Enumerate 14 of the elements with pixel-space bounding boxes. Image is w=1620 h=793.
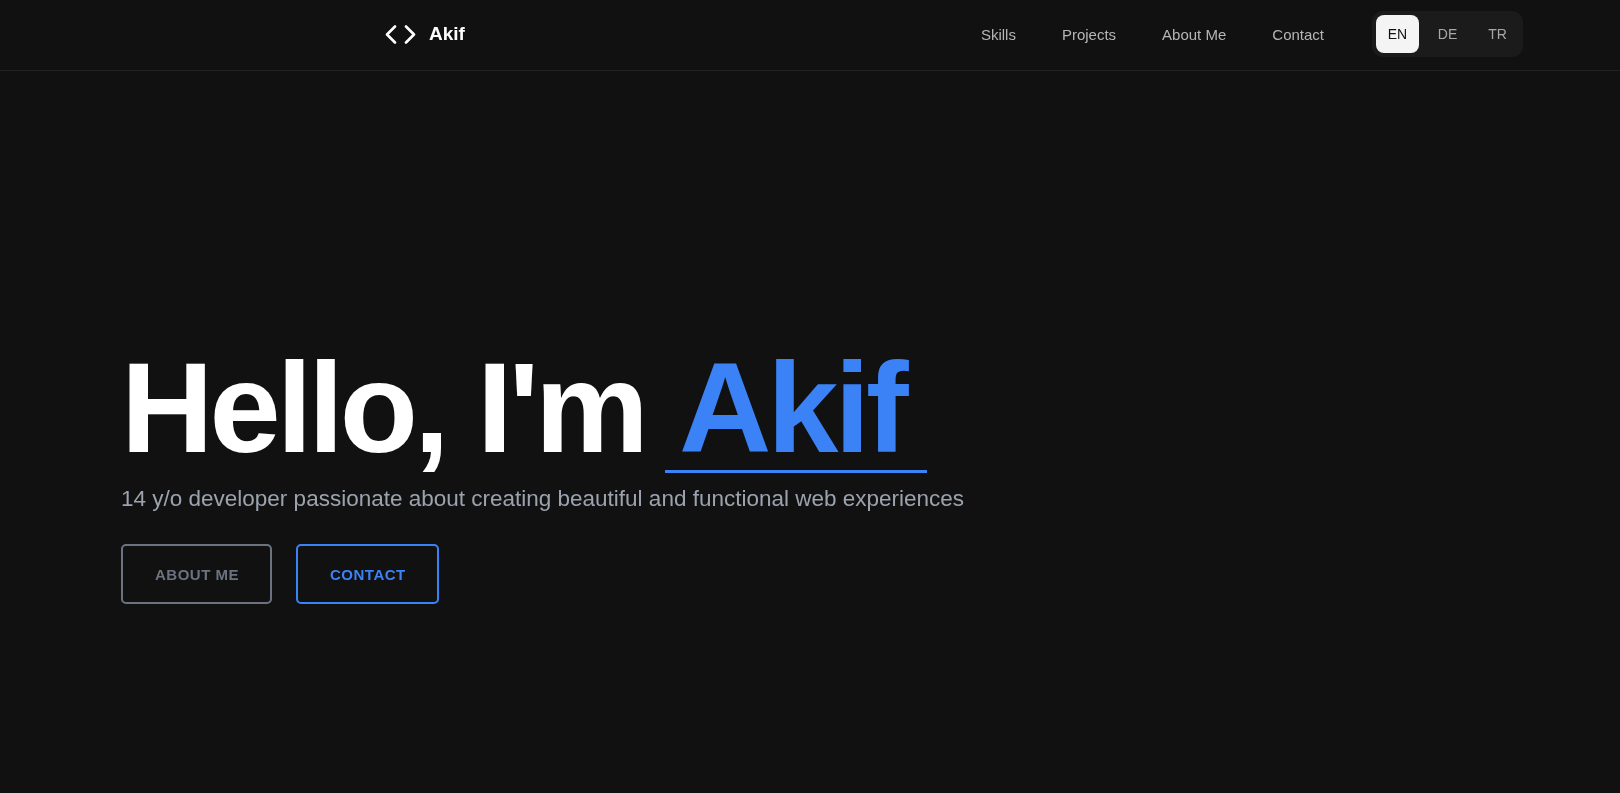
underlined-name: Akif <box>664 345 927 474</box>
subtitle-text: 14 y/o developer passionate about creating beautiful and functional web experiences <box>121 485 965 513</box>
language-button[interactable]: DE <box>1426 15 1469 53</box>
logo-text[interactable]: Akif <box>429 23 465 45</box>
language-button[interactable]: EN <box>1376 15 1419 53</box>
contact-button[interactable]: CONTACT <box>296 544 439 604</box>
nav-link[interactable]: About Me <box>1162 25 1227 43</box>
nav-link[interactable]: Contact <box>1272 25 1324 43</box>
language-button[interactable]: TR <box>1476 15 1519 53</box>
nav-link[interactable]: Projects <box>1061 25 1117 43</box>
code-brackets-icon <box>385 24 416 44</box>
greeting-heading: Hello, I'm <box>121 344 645 472</box>
nav-link[interactable]: Skills <box>980 25 1016 43</box>
about-me-button[interactable]: ABOUT ME <box>121 544 272 604</box>
